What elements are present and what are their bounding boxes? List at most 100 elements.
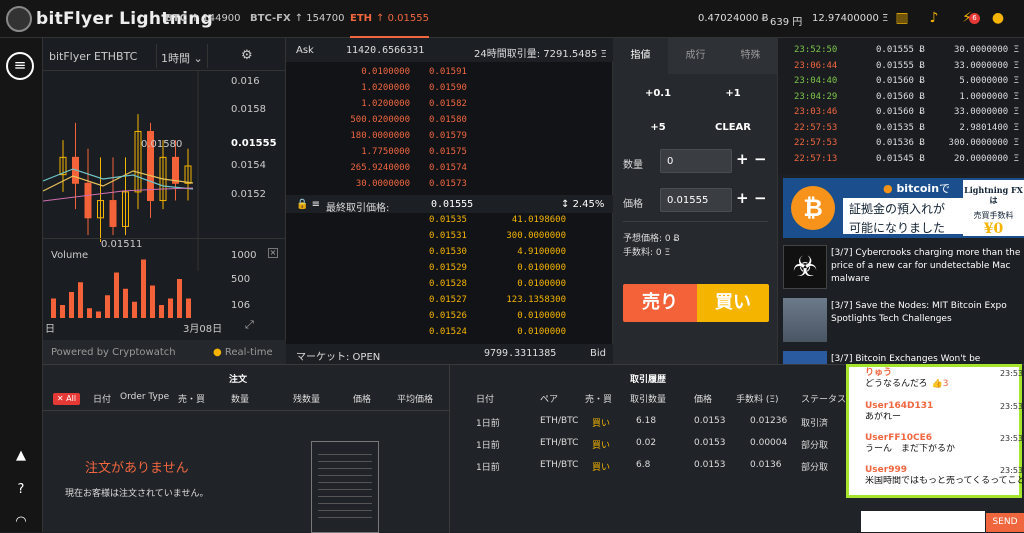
- bid-price: 0.01531: [429, 231, 467, 241]
- candle-body: [84, 182, 92, 219]
- ask-row[interactable]: 30.0000000 0.01573: [286, 176, 613, 192]
- user-icon[interactable]: ●: [989, 10, 1007, 28]
- col-header: ステータス: [801, 395, 847, 405]
- ask-price: 0.01574: [429, 163, 467, 173]
- bid-row[interactable]: 0.01528 0.0100000: [286, 276, 613, 292]
- volume-bar: [168, 298, 173, 318]
- ticker-eth[interactable]: ETH ↑ 0.01555: [350, 13, 429, 38]
- tab-special[interactable]: 特殊: [723, 38, 778, 74]
- history-cell: 買い: [592, 441, 611, 451]
- minus-icon[interactable]: −: [754, 150, 767, 168]
- wifi-icon[interactable]: ◠: [12, 514, 30, 532]
- ask-row[interactable]: 0.0100000 0.01591: [286, 64, 613, 80]
- powered-by-link[interactable]: Powered by Cryptowatch: [51, 347, 176, 358]
- price-tick: 0.0154: [231, 160, 266, 171]
- send-button[interactable]: SEND: [986, 513, 1024, 532]
- bid-row[interactable]: 0.01524 0.0100000: [286, 324, 613, 340]
- history-cell: 部分取: [801, 441, 829, 451]
- interval-select[interactable]: 1時間 ⌄: [156, 44, 208, 68]
- bid-size: 0.0100000: [517, 263, 566, 273]
- ask-price: 0.01579: [429, 131, 467, 141]
- tab-market[interactable]: 成行: [668, 38, 723, 74]
- ask-row[interactable]: 180.0000000 0.01579: [286, 128, 613, 144]
- ask-size: 500.0200000: [350, 115, 410, 125]
- ask-row[interactable]: 500.0200000 0.01580: [286, 112, 613, 128]
- exec-size: 30.0000000 Ξ: [953, 45, 1019, 55]
- bid-total: 9799.3311385: [484, 348, 557, 359]
- bid-row[interactable]: 0.01529 0.0100000: [286, 260, 613, 276]
- news-item[interactable]: ☣ [3/7] Cybercrooks charging more than t…: [783, 243, 1024, 293]
- chat-input[interactable]: [861, 511, 985, 532]
- add-5-button[interactable]: +5: [633, 122, 683, 133]
- add-1-button[interactable]: +1: [708, 88, 758, 99]
- news-item[interactable]: [3/7] Bitcoin Exchanges Won't be Prohibi…: [783, 349, 1024, 364]
- volume-bar: [159, 305, 164, 318]
- ticker-btc-fx[interactable]: BTC-FX ↑ 154700: [250, 13, 344, 24]
- news-item[interactable]: [3/7] Save the Nodes: MIT Bitcoin Expo S…: [783, 296, 1024, 346]
- menu-icon[interactable]: ≡: [6, 52, 34, 80]
- ask-row[interactable]: 1.0200000 0.01590: [286, 80, 613, 96]
- ask-row[interactable]: 265.9240000 0.01574: [286, 160, 613, 176]
- volume-bar: [69, 292, 74, 318]
- bid-size: 4.9100000: [517, 247, 566, 257]
- lock-icon: 🔒 ≡: [296, 199, 321, 210]
- ask-row[interactable]: 1.0200000 0.01582: [286, 96, 613, 112]
- plus-icon[interactable]: +: [736, 189, 749, 207]
- order-book-footer: マーケット: OPEN 9799.3311385 Bid: [286, 344, 613, 364]
- history-row[interactable]: 1日前 ETH/BTC 買い 6.18 0.0153 0.01236 取引済: [450, 410, 850, 432]
- expand-icon[interactable]: ⤢: [245, 318, 254, 332]
- order-book-header: Ask 11420.6566331 24時間取引量: 7291.5485 Ξ: [286, 38, 613, 62]
- ticker-value: ↑: [294, 13, 307, 24]
- ad-banner[interactable]: ₿ ● bitcoinで 証拠金の預入れが 可能になりました Lightning…: [783, 178, 1024, 238]
- last-price: 0.01555: [431, 199, 474, 210]
- minus-icon[interactable]: −: [754, 189, 767, 207]
- graduation-cap-icon[interactable]: ▲: [12, 448, 30, 466]
- history-cell: 買い: [592, 419, 611, 429]
- history-row[interactable]: 1日前 ETH/BTC 買い 0.02 0.0153 0.00004 部分取: [450, 432, 850, 454]
- ad-line-2: 可能になりました: [849, 221, 946, 235]
- qty-input[interactable]: 0: [660, 149, 732, 173]
- news-thumbnail: [783, 298, 827, 342]
- ask-row[interactable]: 1.7750000 0.01575: [286, 144, 613, 160]
- bid-row[interactable]: 0.01535 41.0198600: [286, 212, 613, 228]
- add-0-1-button[interactable]: +0.1: [633, 88, 683, 99]
- bid-size: 0.0100000: [517, 327, 566, 337]
- close-icon[interactable]: ×: [268, 248, 278, 258]
- bid-row[interactable]: 0.01526 0.0100000: [286, 308, 613, 324]
- bitcoin-icon: ₿: [791, 186, 835, 230]
- chat-message: UserFF10CE6 23:53 うーん まだ下がるか: [865, 433, 1023, 455]
- news-text: [3/7] Cybercrooks charging more than the…: [831, 248, 1021, 284]
- bar-chart-icon[interactable]: ▥: [893, 10, 911, 28]
- price-tick: 0.0158: [231, 104, 266, 115]
- buy-button[interactable]: 買い: [697, 284, 769, 322]
- history-cell: ETH/BTC: [540, 438, 579, 448]
- ticker-btc[interactable]: BTC ↑ 144900: [165, 13, 241, 24]
- settings-icon[interactable]: ⚙: [241, 48, 253, 63]
- candle-body: [172, 156, 179, 184]
- history-cell: 0.0153: [694, 460, 726, 470]
- tab-limit[interactable]: 指値: [613, 38, 668, 74]
- bell-icon[interactable]: ♪: [925, 10, 943, 28]
- all-badge[interactable]: ✕ All: [53, 393, 80, 405]
- help-icon[interactable]: ?: [12, 482, 30, 500]
- ask-size: 1.0200000: [361, 99, 410, 109]
- bid-row[interactable]: 0.01530 4.9100000: [286, 244, 613, 260]
- chat-message: りゅう 23:53 どうなるんだろ 👍3: [865, 368, 1023, 390]
- volume-bar: [114, 272, 119, 318]
- exec-time: 22:57:53: [794, 138, 838, 148]
- exec-size: 2.9801400 Ξ: [959, 122, 1019, 133]
- thumbs-up-icon[interactable]: 👍: [931, 379, 942, 389]
- clear-button[interactable]: CLEAR: [708, 122, 758, 133]
- chat-time: 23:53: [999, 369, 1023, 378]
- bid-row[interactable]: 0.01531 300.0000000: [286, 228, 613, 244]
- sell-button[interactable]: 売り: [623, 284, 697, 322]
- plus-icon[interactable]: +: [736, 150, 749, 168]
- bid-row[interactable]: 0.01527 123.1358300: [286, 292, 613, 308]
- ask-price: 0.01590: [429, 83, 467, 93]
- high-label: 0.01580: [141, 139, 182, 150]
- chart-pair: bitFlyer ETHBTC: [49, 50, 138, 63]
- price-input[interactable]: 0.01555: [660, 188, 732, 212]
- history-row[interactable]: 1日前 ETH/BTC 買い 6.8 0.0153 0.0136 部分取: [450, 454, 850, 476]
- empty-illustration: [311, 441, 379, 533]
- exec-size: 300.0000000 Ξ: [948, 138, 1019, 148]
